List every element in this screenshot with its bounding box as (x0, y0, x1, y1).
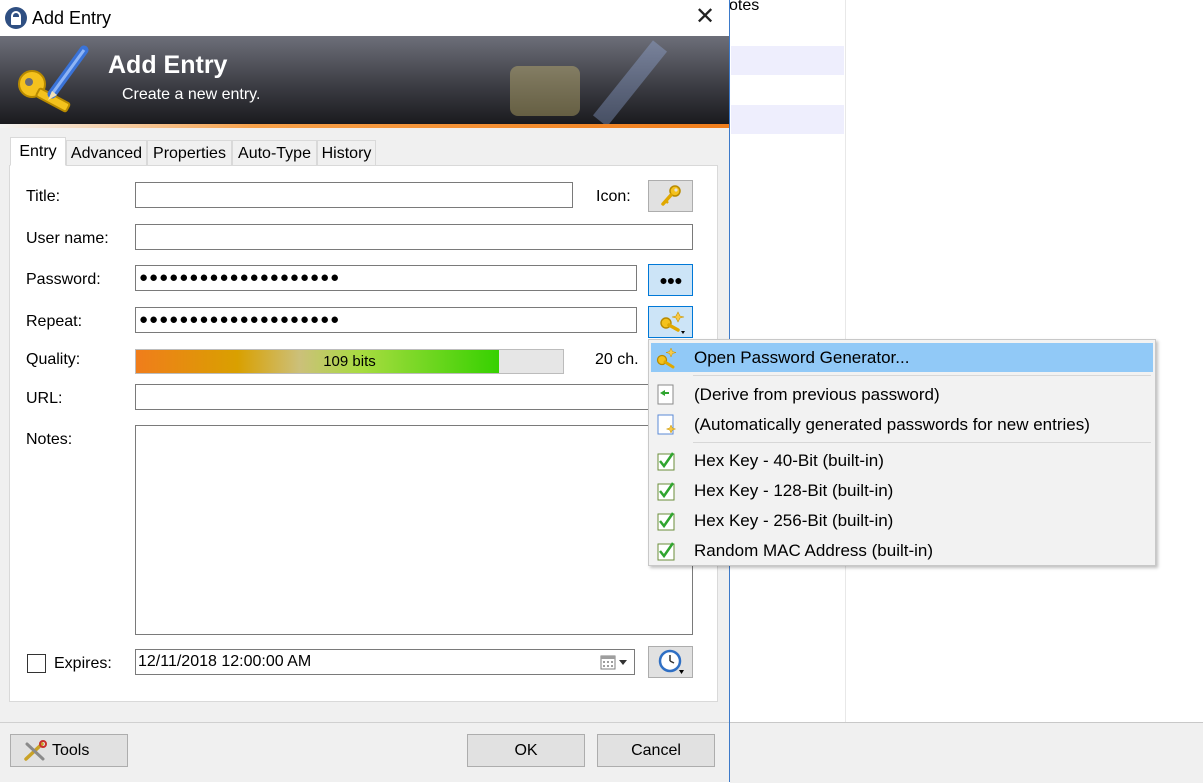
menu-item-derive-from-previous[interactable]: (Derive from previous password) (651, 380, 1153, 409)
username-label: User name: (26, 230, 109, 247)
banner-subtitle: Create a new entry. (122, 86, 261, 103)
banner-accent-line (0, 124, 729, 128)
tools-icon (24, 740, 47, 761)
key-generator-icon (656, 347, 677, 369)
icon-picker-button[interactable] (648, 180, 693, 212)
title-bar: Add Entry ✕ (0, 0, 729, 36)
background-list-row (731, 46, 844, 75)
cancel-button[interactable]: Cancel (597, 734, 715, 767)
key-icon (660, 185, 681, 206)
quality-bar: 109 bits (135, 349, 564, 374)
menu-item-hex-key-40[interactable]: Hex Key - 40-Bit (built-in) (651, 446, 1153, 475)
repeat-password-field[interactable]: ●●●●●●●●●●●●●●●●●●●● (135, 307, 637, 333)
url-field[interactable] (135, 384, 693, 410)
tab-entry[interactable]: Entry (10, 137, 66, 166)
password-generator-menu: Open Password Generator... (Derive from … (648, 339, 1156, 566)
expiry-date-value: 12/11/2018 12:00:00 AM (138, 653, 312, 670)
quality-label: Quality: (26, 351, 81, 368)
profile-icon (657, 452, 675, 471)
add-entry-dialog: Add Entry ✕ Add Entry Create a new entry… (0, 0, 730, 782)
menu-item-label: Open Password Generator... (694, 348, 910, 367)
menu-item-random-mac[interactable]: Random MAC Address (built-in) (651, 536, 1153, 565)
profile-icon (657, 482, 675, 501)
tab-advanced[interactable]: Advanced (66, 140, 147, 165)
window-title: Add Entry (32, 8, 112, 28)
keepass-lock-icon (5, 7, 27, 29)
menu-item-label: (Automatically generated passwords for n… (694, 415, 1090, 434)
hide-password-dots-icon: ●●● (659, 272, 682, 288)
menu-item-auto-generated[interactable]: (Automatically generated passwords for n… (651, 410, 1153, 439)
quality-bits: 109 bits (323, 353, 376, 370)
expires-label: Expires: (54, 655, 112, 672)
profile-icon (657, 512, 675, 531)
auto-generate-icon (657, 414, 677, 435)
show-password-button[interactable]: ●●● (648, 264, 693, 296)
tools-button[interactable]: Tools (10, 734, 128, 767)
menu-item-label: (Derive from previous password) (694, 385, 940, 404)
derive-icon (657, 384, 674, 405)
profile-icon (657, 542, 675, 561)
footer-separator (0, 722, 729, 723)
quality-char-count: 20 ch. (595, 351, 639, 368)
tab-auto-type[interactable]: Auto-Type (232, 140, 317, 165)
notes-textarea[interactable] (135, 425, 693, 635)
url-label: URL: (26, 390, 63, 407)
banner-watermark-icon (510, 40, 668, 124)
background-notes-column-header: otes (729, 0, 760, 14)
menu-item-hex-key-256[interactable]: Hex Key - 256-Bit (built-in) (651, 506, 1153, 535)
password-label: Password: (26, 271, 101, 288)
menu-item-hex-key-128[interactable]: Hex Key - 128-Bit (built-in) (651, 476, 1153, 505)
close-icon[interactable]: ✕ (694, 5, 716, 29)
expiry-presets-button[interactable] (648, 646, 693, 678)
menu-item-open-password-generator[interactable]: Open Password Generator... (651, 343, 1153, 372)
expiry-date-picker[interactable]: 12/11/2018 12:00:00 AM (135, 649, 635, 675)
background-statusbar (730, 722, 1203, 783)
menu-separator (693, 442, 1151, 443)
expires-checkbox[interactable] (27, 654, 46, 673)
banner-title: Add Entry (108, 51, 228, 79)
header-banner: Add Entry Create a new entry. (0, 36, 729, 124)
clock-icon (658, 649, 684, 674)
password-generator-button[interactable] (648, 306, 693, 338)
tab-history[interactable]: History (317, 140, 376, 165)
menu-separator (693, 375, 1151, 376)
title-field[interactable] (135, 182, 573, 208)
repeat-label: Repeat: (26, 313, 83, 330)
tools-label: Tools (52, 742, 90, 759)
tab-properties[interactable]: Properties (147, 140, 232, 165)
username-field[interactable] (135, 224, 693, 250)
title-label: Title: (26, 188, 61, 205)
menu-item-label: Random MAC Address (built-in) (694, 541, 934, 560)
key-pen-icon (18, 45, 89, 113)
calendar-dropdown-icon[interactable] (600, 654, 628, 670)
menu-item-label: Hex Key - 256-Bit (built-in) (694, 511, 894, 530)
key-generator-icon (659, 311, 685, 334)
menu-item-label: Hex Key - 128-Bit (built-in) (694, 481, 894, 500)
ok-button[interactable]: OK (467, 734, 585, 767)
menu-item-label: Hex Key - 40-Bit (built-in) (694, 451, 884, 470)
password-field[interactable]: ●●●●●●●●●●●●●●●●●●●● (135, 265, 637, 291)
notes-label: Notes: (26, 431, 73, 448)
background-list-row (731, 105, 844, 134)
icon-label: Icon: (596, 188, 631, 205)
